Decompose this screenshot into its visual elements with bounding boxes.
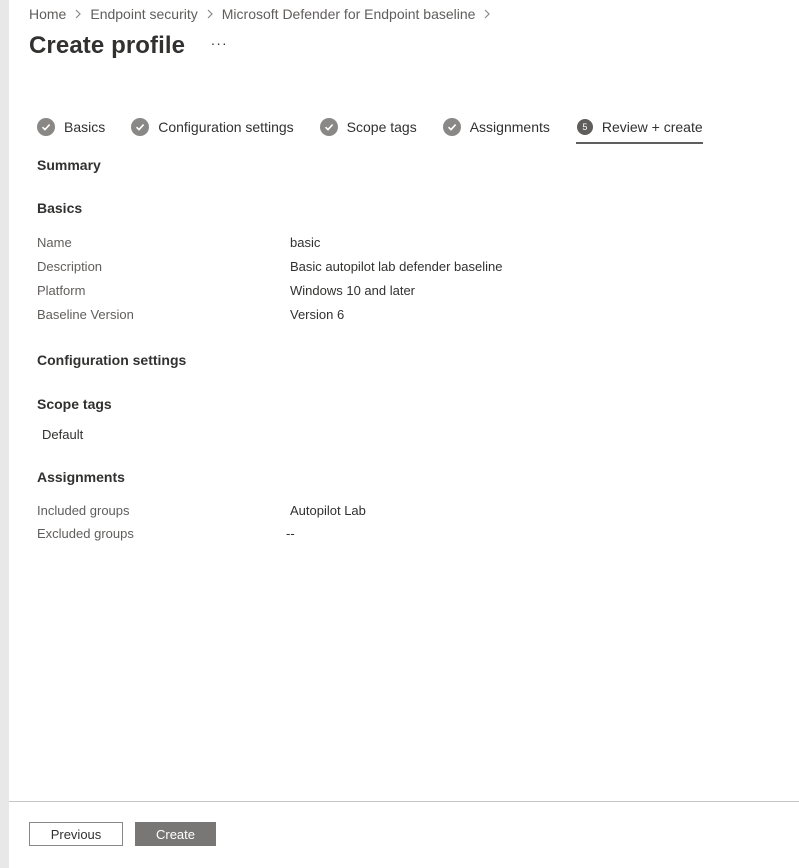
page-title: Create profile: [29, 32, 186, 59]
step-label: Configuration settings: [158, 119, 294, 135]
summary-row-excluded-groups: Excluded groups --: [37, 526, 777, 546]
step-review-create[interactable]: 5 Review + create: [575, 115, 703, 144]
assignments-heading: Assignments: [37, 469, 125, 485]
step-label: Basics: [64, 119, 106, 135]
create-button[interactable]: Create: [135, 822, 216, 846]
chevron-right-icon: [206, 9, 214, 19]
step-label: Scope tags: [346, 119, 417, 135]
row-key: Included groups: [37, 503, 130, 518]
row-key: Name: [37, 235, 72, 250]
row-value: Autopilot Lab: [290, 503, 366, 518]
chevron-right-icon: [74, 9, 82, 19]
footer-divider: [9, 801, 799, 802]
wizard-steps: Basics Configuration settings Scope tags…: [37, 115, 729, 145]
configuration-settings-heading: Configuration settings: [37, 352, 187, 368]
row-value: basic: [290, 235, 321, 250]
more-options-button[interactable]: ···: [209, 35, 229, 51]
summary-row-baseline-version: Baseline Version Version 6: [37, 307, 777, 327]
step-label: Assignments: [469, 119, 550, 135]
summary-row-platform: Platform Windows 10 and later: [37, 283, 777, 303]
step-basics[interactable]: Basics: [37, 115, 105, 139]
scope-tags-heading: Scope tags: [37, 396, 112, 412]
previous-button[interactable]: Previous: [29, 822, 123, 846]
breadcrumb: Home Endpoint security Microsoft Defende…: [29, 6, 499, 22]
create-profile-page: Home Endpoint security Microsoft Defende…: [9, 0, 799, 868]
basics-heading: Basics: [37, 200, 83, 216]
checkmark-icon: [319, 118, 338, 136]
row-value: --: [286, 526, 295, 541]
row-key: Description: [37, 259, 103, 274]
checkmark-icon: [442, 118, 461, 136]
row-value: Version 6: [290, 307, 345, 322]
checkmark-icon: [37, 118, 55, 136]
title-row: Create profile ···: [29, 32, 229, 60]
row-key: Baseline Version: [37, 307, 134, 322]
row-key: Platform: [37, 283, 86, 298]
scope-tag-item: Default: [42, 427, 84, 442]
summary-row-name: Name basic: [37, 235, 777, 255]
row-value: Basic autopilot lab defender baseline: [290, 259, 503, 274]
left-rail: [0, 0, 9, 868]
summary-row-included-groups: Included groups Autopilot Lab: [37, 503, 777, 523]
summary-row-description: Description Basic autopilot lab defender…: [37, 259, 777, 279]
step-configuration-settings[interactable]: Configuration settings: [131, 115, 294, 139]
chevron-right-icon: [483, 9, 491, 19]
summary-heading: Summary: [37, 157, 101, 173]
row-key: Excluded groups: [37, 526, 134, 541]
step-label: Review + create: [601, 119, 703, 135]
step-number-badge: 5: [576, 119, 593, 135]
row-value: Windows 10 and later: [290, 283, 416, 298]
step-assignments[interactable]: Assignments: [442, 115, 550, 139]
breadcrumb-home[interactable]: Home: [29, 6, 66, 22]
checkmark-icon: [131, 118, 150, 136]
step-scope-tags[interactable]: Scope tags: [319, 115, 417, 139]
breadcrumb-endpoint-security[interactable]: Endpoint security: [90, 6, 197, 22]
breadcrumb-defender-baseline[interactable]: Microsoft Defender for Endpoint baseline: [222, 6, 476, 22]
